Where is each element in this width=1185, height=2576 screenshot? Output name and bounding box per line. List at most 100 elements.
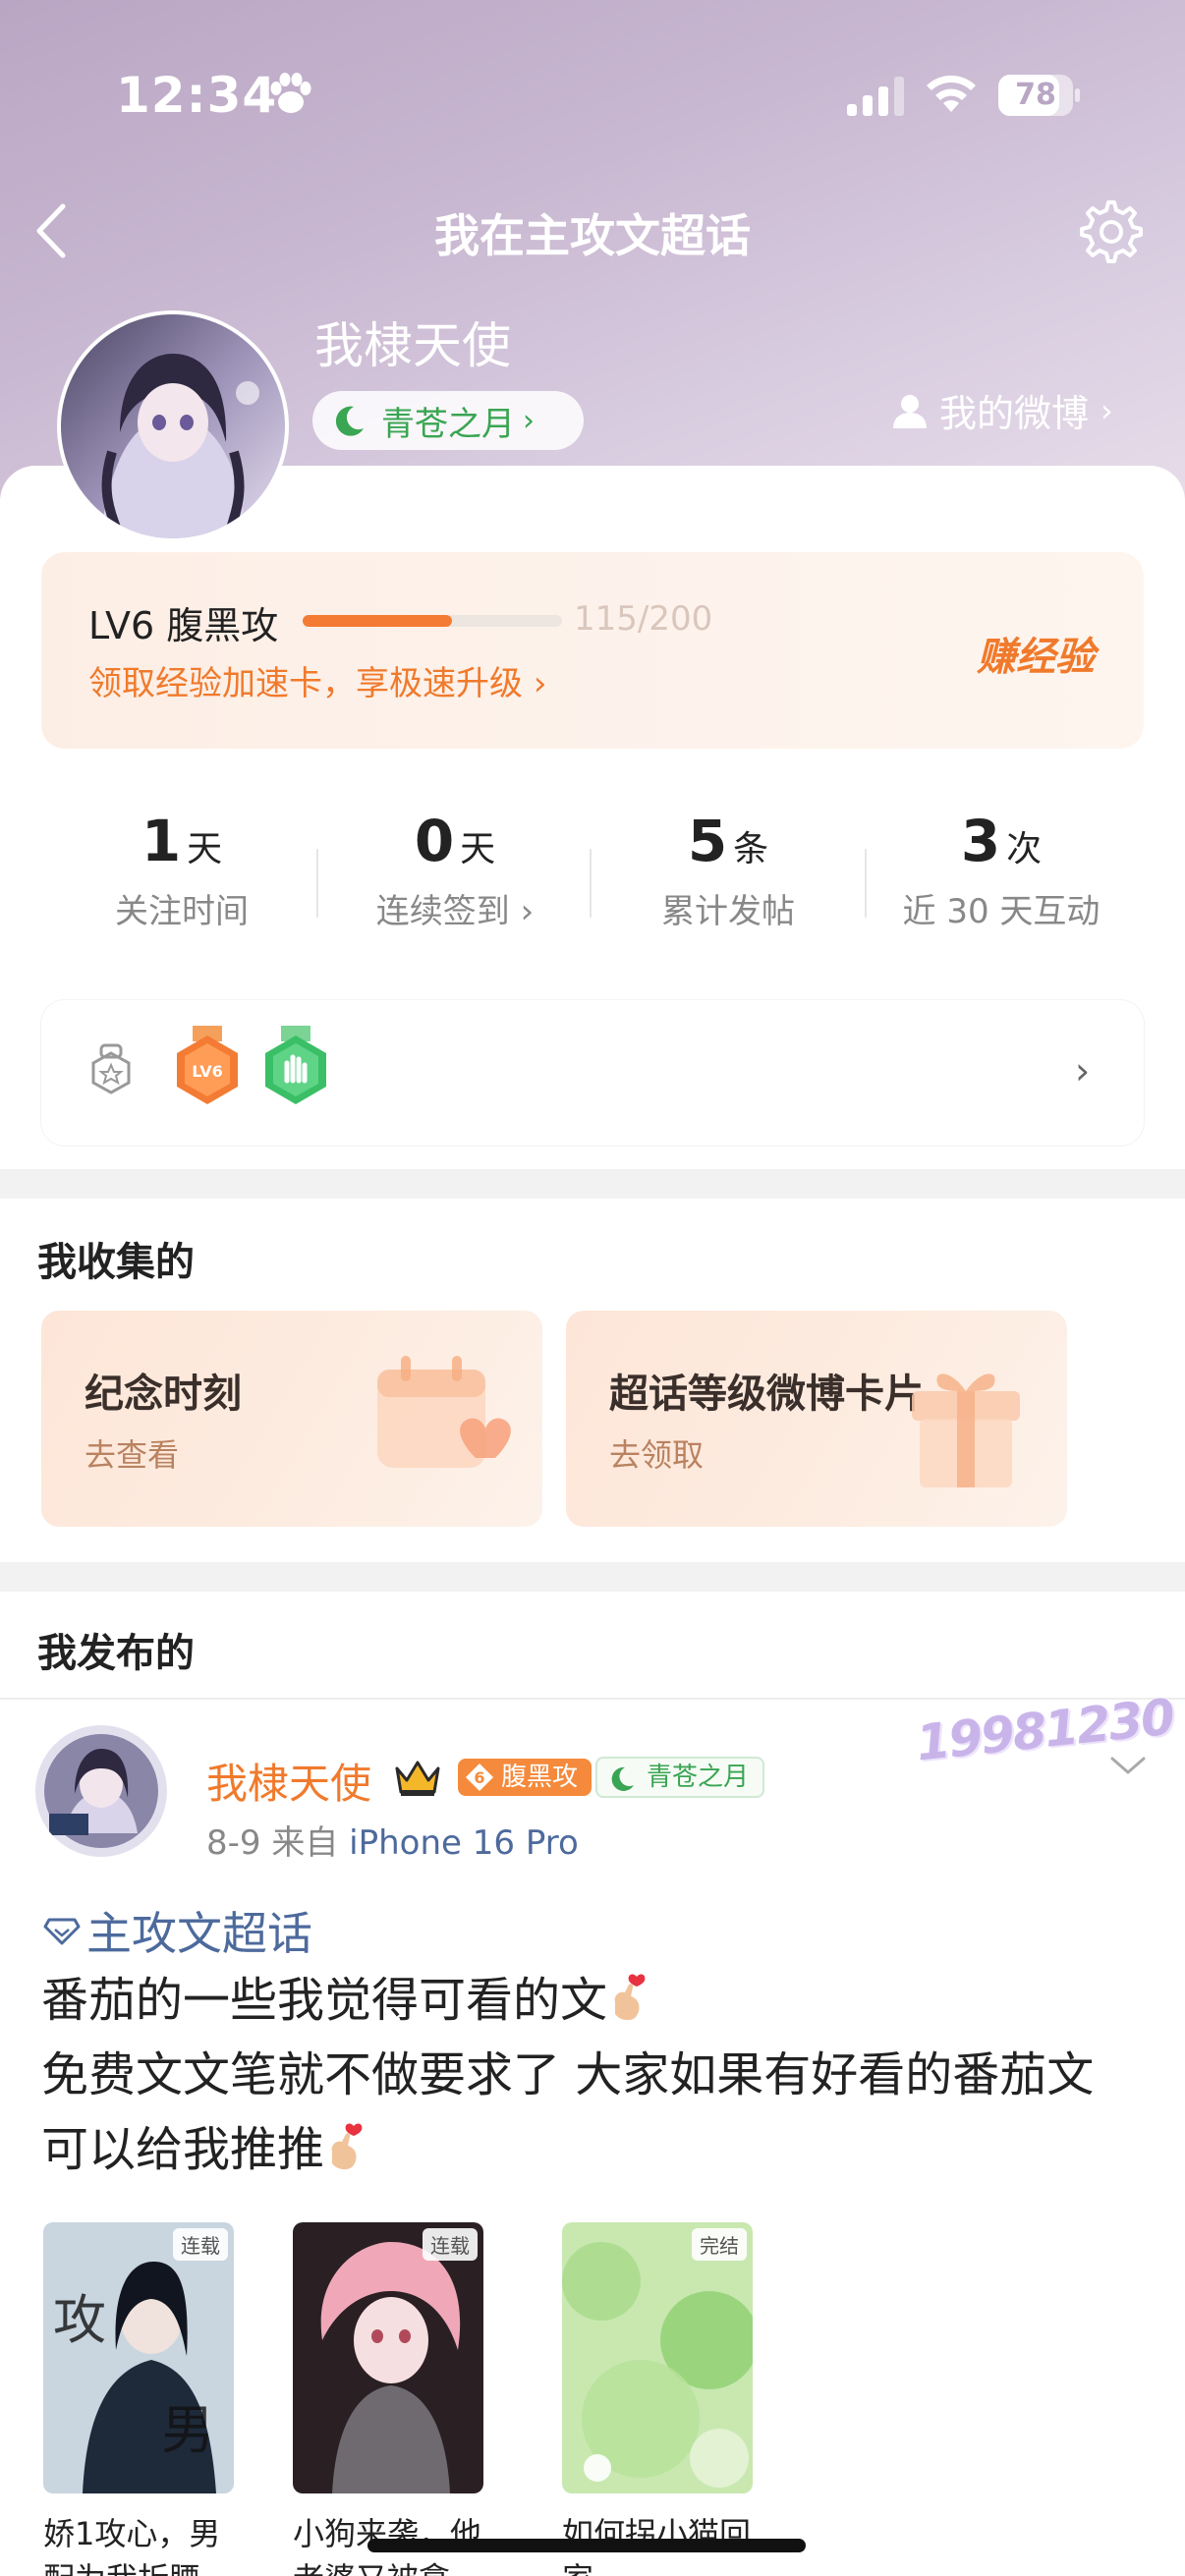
post-date: 8-9 bbox=[206, 1823, 261, 1863]
collect-card-subtitle: 去领取 bbox=[609, 1436, 705, 1474]
book-cover: 完结 bbox=[562, 2222, 753, 2493]
my-weibo-link[interactable]: 我的微博 › bbox=[890, 383, 1113, 437]
book-cover: 攻 男 连载 bbox=[43, 2222, 234, 2493]
chevron-down-icon[interactable] bbox=[1106, 1751, 1150, 1780]
moon-icon bbox=[335, 406, 364, 436]
stat-label: 连续签到 bbox=[375, 892, 510, 931]
stat-interactions: 3次 近 30 天互动 bbox=[865, 808, 1138, 932]
status-bar: 12:34 78 bbox=[0, 0, 1185, 187]
book-card[interactable]: 连载 小狗来袭，他老婆又被拿 bbox=[293, 2222, 483, 2576]
gift-box-icon bbox=[912, 1373, 1020, 1487]
collect-card-title: 纪念时刻 bbox=[85, 1372, 242, 1417]
exp-progress-text: 115/200 bbox=[574, 599, 713, 639]
status-time: 12:34 bbox=[116, 67, 278, 124]
page-title: 我在主攻文超话 bbox=[434, 209, 751, 262]
stat-value: 5 bbox=[687, 808, 728, 874]
book-cover: 连载 bbox=[293, 2222, 483, 2493]
post-author-name[interactable]: 我棣天使 bbox=[206, 1751, 371, 1811]
section-divider-line bbox=[0, 1698, 1185, 1700]
finger-heart-emoji-icon bbox=[331, 2123, 363, 2170]
back-icon[interactable] bbox=[28, 196, 77, 265]
home-indicator[interactable] bbox=[367, 2539, 806, 2552]
battery-indicator: 78 bbox=[998, 75, 1080, 116]
book-status: 完结 bbox=[692, 2228, 747, 2261]
cellular-signal-icon bbox=[847, 77, 904, 116]
stat-label: 关注时间 bbox=[115, 892, 249, 931]
stat-label: 累计发帖 bbox=[661, 892, 795, 931]
book-cover-image bbox=[293, 2222, 483, 2493]
svg-text:攻: 攻 bbox=[53, 2289, 106, 2351]
exp-boost-label: 领取经验加速卡，享极速升级 bbox=[88, 664, 523, 703]
fan-badge-tag: 青苍之月 bbox=[595, 1757, 765, 1798]
fan-badge-label: 青苍之月 bbox=[381, 404, 515, 444]
fan-level-number: 6 bbox=[474, 1768, 484, 1787]
my-weibo-label: 我的微博 bbox=[939, 392, 1090, 435]
paw-icon bbox=[270, 73, 311, 113]
post-device[interactable]: iPhone 16 Pro bbox=[349, 1823, 579, 1863]
fan-level-tag: 6 腹黑攻 bbox=[458, 1759, 592, 1796]
svg-text:男: 男 bbox=[161, 2399, 214, 2461]
book-card[interactable]: 攻 男 连载 娇1攻心，男配为我折腰 bbox=[43, 2222, 234, 2576]
medal-lv6-icon[interactable]: LV6 bbox=[173, 1026, 242, 1110]
person-icon bbox=[893, 394, 927, 428]
stat-follow-days: 1天 关注时间 bbox=[45, 808, 318, 932]
post-text-line: 番茄的一些我觉得可看的文 bbox=[41, 1973, 608, 2028]
medal-slot-icon bbox=[91, 1043, 131, 1094]
earn-exp-button[interactable]: 赚经验 bbox=[977, 625, 1095, 682]
book-cover-image bbox=[562, 2222, 753, 2493]
stat-value: 1 bbox=[141, 808, 182, 874]
finger-heart-emoji-icon bbox=[614, 1974, 646, 2021]
stat-unit: 天 bbox=[187, 829, 223, 869]
book-caption: 娇1攻心，男配为我折腰 bbox=[43, 2515, 221, 2576]
post-avatar-image bbox=[35, 1725, 167, 1857]
medal-hand-icon[interactable] bbox=[261, 1026, 330, 1110]
wifi-icon bbox=[927, 75, 976, 112]
chevron-right-icon: › bbox=[533, 664, 547, 703]
collect-card-memories[interactable]: 纪念时刻 去查看 bbox=[41, 1311, 542, 1527]
exp-progress-bar bbox=[303, 615, 562, 627]
exp-progress-fill bbox=[303, 615, 452, 627]
post-source-prefix: 来自 bbox=[271, 1823, 339, 1863]
book-cover-image: 攻 男 bbox=[43, 2222, 234, 2493]
book-card[interactable]: 完结 如何拐小猫回家 bbox=[562, 2222, 753, 2576]
gear-icon[interactable] bbox=[1073, 196, 1144, 267]
level-diamond-icon: 6 bbox=[466, 1764, 493, 1791]
chevron-right-icon: › bbox=[520, 892, 535, 931]
stat-unit: 条 bbox=[733, 829, 769, 869]
collections-title: 我收集的 bbox=[37, 1240, 195, 1285]
chevron-right-icon: › bbox=[523, 403, 535, 438]
level-title: LV6 腹黑攻 bbox=[88, 604, 279, 647]
stat-value: 3 bbox=[960, 808, 1001, 874]
topic-label: 主攻文超话 bbox=[86, 1907, 312, 1960]
topic-link[interactable]: 主攻文超话 bbox=[43, 1898, 312, 1963]
moon-icon bbox=[611, 1766, 634, 1791]
stat-unit: 次 bbox=[1006, 829, 1043, 869]
stat-unit: 天 bbox=[460, 829, 496, 869]
collect-card-subtitle: 去查看 bbox=[85, 1436, 180, 1474]
section-divider bbox=[0, 1562, 1185, 1592]
collect-card-title: 超话等级微博卡片 bbox=[609, 1372, 924, 1417]
username: 我棣天使 bbox=[314, 317, 511, 374]
crown-icon bbox=[395, 1761, 440, 1796]
diamond-icon bbox=[43, 1918, 81, 1945]
fan-level-label: 腹黑攻 bbox=[501, 1763, 579, 1792]
post-text-line: 免费文文笔就不做要求了 大家如果有好看的番茄文可以给我推推 bbox=[41, 2047, 1095, 2177]
avatar-image bbox=[61, 314, 285, 538]
fan-badge-button[interactable]: 青苍之月 › bbox=[312, 391, 584, 450]
post-meta: 8-9 来自 iPhone 16 Pro bbox=[206, 1816, 579, 1864]
stat-checkin-streak[interactable]: 0天 连续签到 › bbox=[318, 808, 592, 932]
stat-label: 近 30 天互动 bbox=[902, 892, 1100, 931]
chevron-right-icon[interactable]: › bbox=[1075, 1049, 1090, 1092]
fan-badge-tag-label: 青苍之月 bbox=[647, 1763, 750, 1792]
collect-card-level-card[interactable]: 超话等级微博卡片 去领取 bbox=[566, 1311, 1067, 1527]
battery-level: 78 bbox=[1015, 78, 1056, 112]
post-author-avatar[interactable] bbox=[35, 1725, 167, 1857]
book-status: 连载 bbox=[423, 2228, 478, 2261]
chevron-right-icon: › bbox=[1100, 391, 1113, 429]
exp-boost-link[interactable]: 领取经验加速卡，享极速升级 › bbox=[88, 656, 546, 704]
book-status: 连载 bbox=[173, 2228, 228, 2261]
calendar-heart-icon bbox=[377, 1356, 511, 1468]
avatar[interactable] bbox=[57, 310, 289, 542]
post-body: 番茄的一些我觉得可看的文 免费文文笔就不做要求了 大家如果有好看的番茄文可以给我… bbox=[41, 1963, 1132, 2187]
medal-label: LV6 bbox=[192, 1062, 223, 1081]
